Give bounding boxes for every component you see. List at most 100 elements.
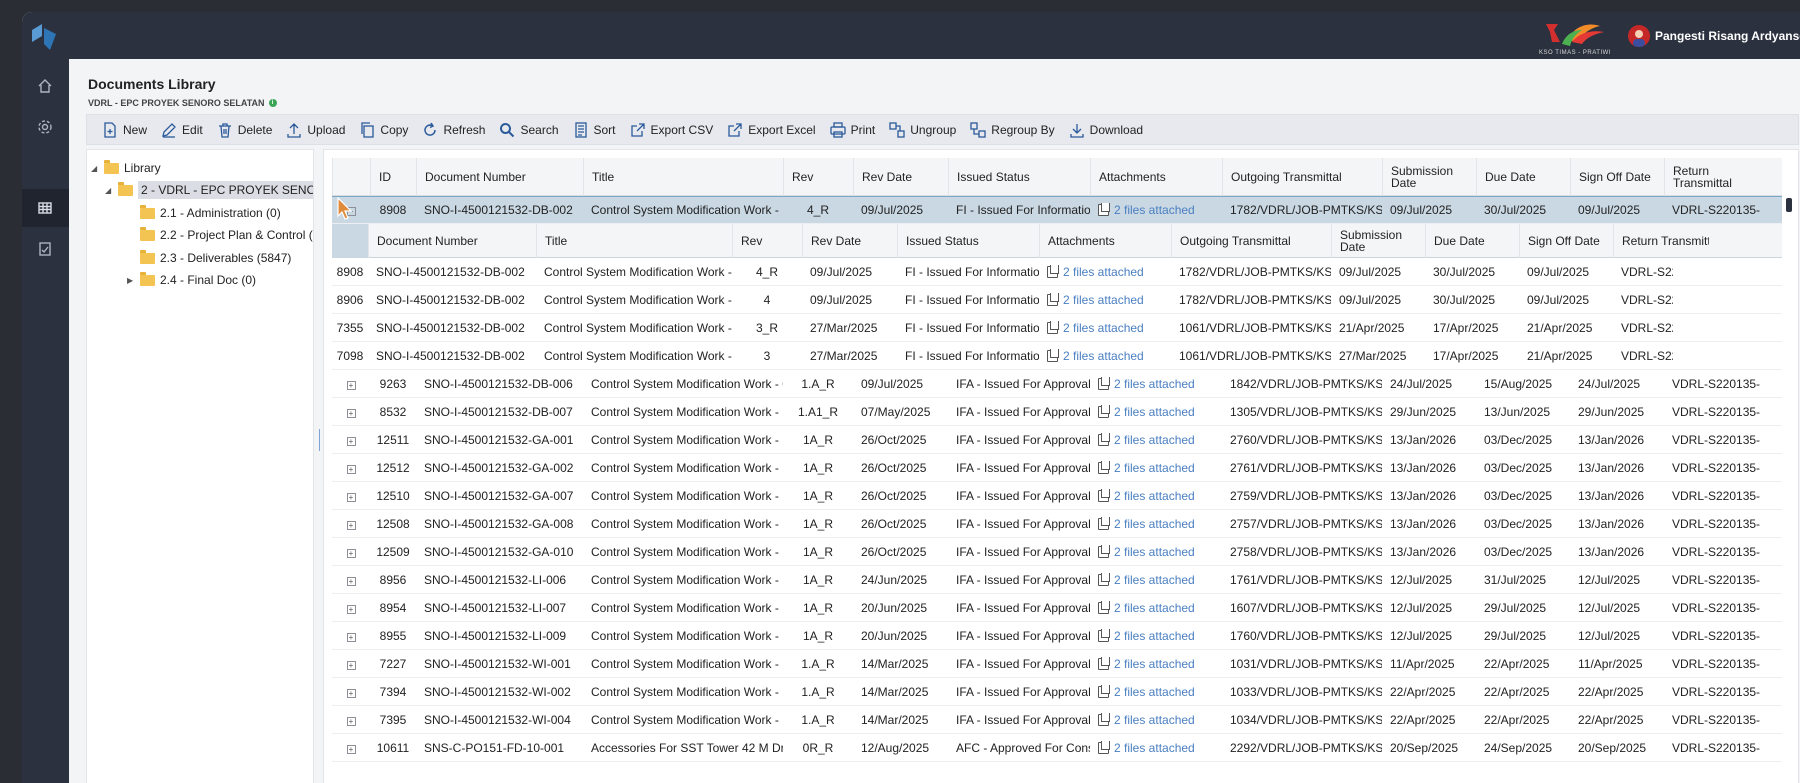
table-row[interactable]: +7394 SNO-I-4500121532-WI-002 Control Syst… [332, 678, 1782, 706]
expand-row-icon[interactable]: + [346, 548, 356, 558]
sub-column-header[interactable]: Submission Date [1331, 223, 1425, 258]
expand-row-icon[interactable]: + [346, 576, 356, 586]
column-header[interactable]: Title [583, 157, 783, 196]
attachments-link[interactable]: 2 files attached [1098, 376, 1222, 391]
attachments-link[interactable]: 2 files attached [1098, 544, 1222, 559]
upload-button[interactable]: Upload [279, 118, 352, 142]
column-header[interactable]: Attachments [1090, 157, 1222, 196]
table-row[interactable]: +7227 SNO-I-4500121532-WI-001 Control Syst… [332, 650, 1782, 678]
refresh-button[interactable]: Refresh [415, 118, 492, 142]
new-button[interactable]: New [95, 118, 154, 142]
delete-button[interactable]: Delete [210, 118, 280, 142]
expand-row-icon[interactable]: + [346, 492, 356, 502]
attachments-link[interactable]: 2 files attached [1098, 432, 1222, 447]
table-row[interactable]: +9263 SNO-I-4500121532-DB-006 Control Syst… [332, 370, 1782, 398]
tree-node-folder[interactable]: 2.2 - Project Plan & Control (0 [127, 225, 313, 245]
attachments-link[interactable]: 2 files attached [1098, 203, 1222, 217]
column-header[interactable]: Rev Date [853, 157, 948, 196]
vertical-scrollbar[interactable] [1786, 198, 1792, 212]
table-icon[interactable] [32, 195, 58, 221]
edit-button[interactable]: Edit [154, 118, 210, 142]
attachments-link[interactable]: 2 files attached [1047, 320, 1171, 335]
table-row[interactable]: +8956 SNO-I-4500121532-LI-006 Control Syst… [332, 566, 1782, 594]
table-row[interactable]: +12508 SNO-I-4500121532-GA-008 Control Sys… [332, 510, 1782, 538]
sub-table-row[interactable]: 7098 SNO-I-4500121532-DB-002 Control Syste… [332, 342, 1782, 370]
attachments-link[interactable]: 2 files attached [1047, 292, 1171, 307]
table-row[interactable]: +7395 SNO-I-4500121532-WI-004 Control Syst… [332, 706, 1782, 734]
table-row[interactable]: +12511 SNO-I-4500121532-GA-001 Control Sys… [332, 426, 1782, 454]
expand-row-icon[interactable]: + [346, 520, 356, 530]
ungroup-button[interactable]: Ungroup [882, 118, 963, 142]
attachments-link[interactable]: 2 files attached [1098, 684, 1222, 699]
tree-node-library[interactable]: ◢ Library [91, 158, 161, 178]
report-icon[interactable] [32, 236, 58, 262]
expand-row-icon[interactable]: + [346, 604, 356, 614]
tree-node-project[interactable]: ◢ 2 - VDRL - EPC PROYEK SENORO [105, 180, 313, 200]
column-header[interactable]: Submission Date [1382, 157, 1476, 196]
avatar[interactable] [1628, 25, 1650, 47]
column-header[interactable]: Document Number [416, 157, 583, 196]
expand-row-icon[interactable]: + [346, 744, 356, 754]
attachments-link[interactable]: 2 files attached [1098, 600, 1222, 615]
sub-table-row[interactable]: 8908 SNO-I-4500121532-DB-002 Control Syste… [332, 258, 1782, 286]
column-header[interactable]: Outgoing Transmittal [1222, 157, 1382, 196]
expand-row-icon[interactable]: + [346, 632, 356, 642]
table-row[interactable]: +12512 SNO-I-4500121532-GA-002 Control Sys… [332, 454, 1782, 482]
table-row-selected[interactable]: − 8908 SNO-I-4500121532-DB-002 Control S… [332, 196, 1782, 224]
column-header[interactable]: Due Date [1476, 157, 1570, 196]
gear-icon[interactable] [32, 114, 58, 140]
expand-row-icon[interactable]: + [346, 716, 356, 726]
user-name[interactable]: Pangesti Risang Ardyanseta [1655, 29, 1800, 43]
expand-row-icon[interactable]: + [346, 688, 356, 698]
app-logo[interactable] [30, 22, 58, 52]
table-row[interactable]: +12510 SNO-I-4500121532-GA-007 Control Sys… [332, 482, 1782, 510]
table-row[interactable]: +10611 SNS-C-PO151-FD-10-001 Accessories F… [332, 734, 1782, 762]
expand-row-icon[interactable]: + [346, 380, 356, 390]
attachments-link[interactable]: 2 files attached [1098, 656, 1222, 671]
attachments-link[interactable]: 2 files attached [1098, 460, 1222, 475]
attachments-link[interactable]: 2 files attached [1098, 404, 1222, 419]
attachments-link[interactable]: 2 files attached [1098, 488, 1222, 503]
export-excel-button[interactable]: Export Excel [720, 118, 822, 142]
expanded-triangle-icon[interactable]: ◢ [91, 164, 99, 173]
sub-column-header[interactable]: Issued Status [897, 223, 1039, 258]
table-row[interactable]: +8955 SNO-I-4500121532-LI-009 Control Syst… [332, 622, 1782, 650]
sub-column-header[interactable]: Outgoing Transmittal [1171, 223, 1331, 258]
table-row[interactable]: +8532 SNO-I-4500121532-DB-007 Control Syst… [332, 398, 1782, 426]
tree-node-folder[interactable]: 2.3 - Deliverables (5847) [127, 248, 291, 268]
tree-node-folder[interactable]: 2.1 - Administration (0) [127, 203, 281, 223]
download-button[interactable]: Download [1062, 118, 1150, 142]
column-header[interactable]: Rev [783, 157, 853, 196]
sub-table-row[interactable]: 8906 SNO-I-4500121532-DB-002 Control Syste… [332, 286, 1782, 314]
attachments-link[interactable]: 2 files attached [1098, 628, 1222, 643]
column-header[interactable]: ID [370, 157, 416, 196]
home-icon[interactable] [32, 73, 58, 99]
attachments-link[interactable]: 2 files attached [1098, 712, 1222, 727]
table-row[interactable]: +8954 SNO-I-4500121532-LI-007 Control Syst… [332, 594, 1782, 622]
attachments-link[interactable]: 2 files attached [1047, 348, 1171, 363]
column-header[interactable]: Sign Off Date [1570, 157, 1664, 196]
attachments-link[interactable]: 2 files attached [1098, 740, 1222, 755]
collapsed-triangle-icon[interactable]: ▶ [127, 276, 135, 285]
tree-node-folder[interactable]: ▶ 2.4 - Final Doc (0) [127, 270, 256, 290]
search-button[interactable]: Search [492, 118, 565, 142]
sub-column-header[interactable]: Rev Date [802, 223, 897, 258]
attachments-link[interactable]: 2 files attached [1098, 516, 1222, 531]
sub-table-row[interactable]: 7355 SNO-I-4500121532-DB-002 Control Syste… [332, 314, 1782, 342]
table-row[interactable]: +12509 SNO-I-4500121532-GA-010 Control Sys… [332, 538, 1782, 566]
sub-column-header[interactable]: Due Date [1425, 223, 1519, 258]
column-header[interactable]: Return Transmittal [1664, 157, 1760, 196]
info-icon[interactable]: i [268, 99, 277, 107]
attachments-link[interactable]: 2 files attached [1098, 572, 1222, 587]
expand-row-icon[interactable]: + [346, 436, 356, 446]
column-header[interactable]: Issued Status [948, 157, 1090, 196]
export-csv-button[interactable]: Export CSV [623, 118, 721, 142]
sub-column-header[interactable]: Document Number [368, 223, 536, 258]
sub-column-header[interactable]: Sign Off Date [1519, 223, 1613, 258]
sub-column-header[interactable]: Title [536, 223, 732, 258]
expand-row-icon[interactable]: + [346, 660, 356, 670]
sub-column-header[interactable]: Attachments [1039, 223, 1171, 258]
expand-row-icon[interactable]: + [346, 408, 356, 418]
sub-column-header[interactable]: Return Transmitta [1613, 223, 1709, 258]
print-button[interactable]: Print [823, 118, 883, 142]
